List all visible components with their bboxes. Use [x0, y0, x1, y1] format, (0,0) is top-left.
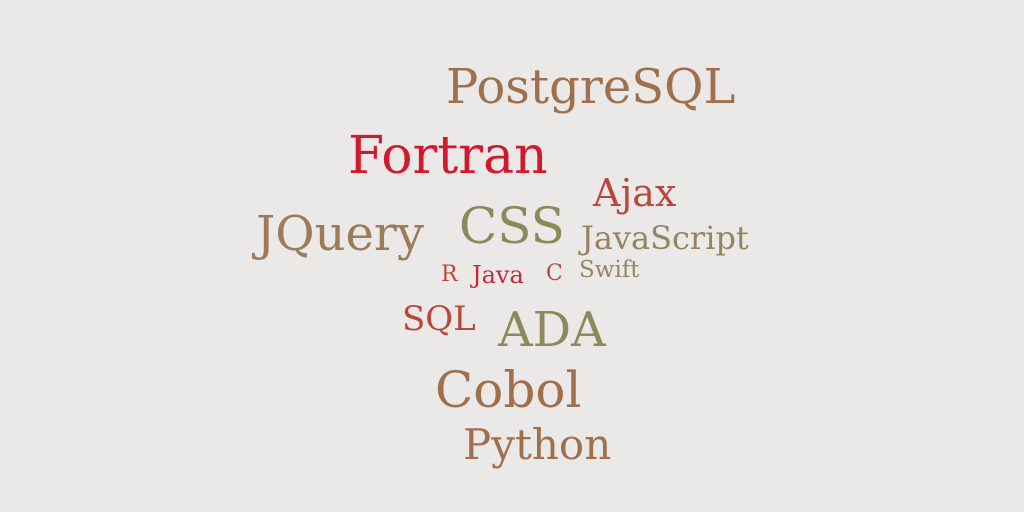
word-python: Python	[463, 420, 612, 469]
word-java: Java	[472, 261, 524, 289]
word-sql: SQL	[402, 299, 476, 339]
word-swift: Swift	[579, 257, 640, 283]
word-c: C	[546, 261, 563, 286]
word-ada: ADA	[498, 302, 606, 358]
word-cobol: Cobol	[435, 361, 582, 419]
word-r: R	[441, 262, 458, 287]
word-ajax: Ajax	[593, 171, 677, 215]
word-jquery: JQuery	[256, 206, 424, 262]
word-fortran: Fortran	[348, 126, 548, 186]
word-cloud: PostgreSQL Fortran Ajax JQuery CSS JavaS…	[0, 0, 1024, 512]
word-postgresql: PostgreSQL	[446, 59, 736, 115]
word-javascript: JavaScript	[581, 219, 749, 257]
word-css: CSS	[459, 197, 565, 255]
